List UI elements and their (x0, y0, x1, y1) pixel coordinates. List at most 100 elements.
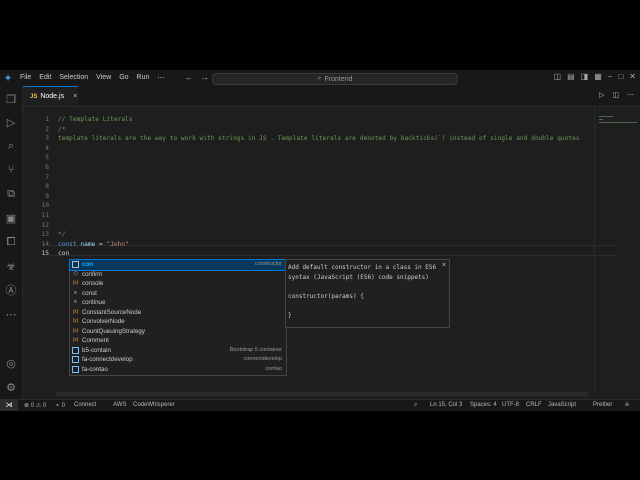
back-arrow-icon[interactable]: ← (185, 73, 193, 82)
codewhisperer-icon[interactable]: Ⓐ (0, 281, 22, 299)
horizontal-scrollbar[interactable] (56, 392, 588, 396)
connect-status[interactable]: Connect (74, 402, 96, 408)
search-icon[interactable]: ⌕ (0, 137, 22, 155)
menu-view[interactable]: View (92, 74, 115, 82)
suggestion-item[interactable]: (x) ConvolverNode (70, 317, 286, 327)
language-mode[interactable]: JavaScript (548, 402, 576, 408)
indentation[interactable]: Spaces: 4 (470, 402, 497, 408)
navigation-arrows: ← → (185, 73, 209, 82)
string-token: "John" (106, 240, 129, 248)
suggestion-details-panel: × Add default constructor in a class in … (285, 259, 450, 328)
suggestion-item[interactable]: fa-connectdevelop connectdevelop (70, 355, 286, 365)
menu-bar: File Edit Selection View Go Run ⋯ (16, 74, 168, 82)
suggestion-detail: Bootstrap 5 container (229, 346, 282, 353)
line-number: 9 (45, 192, 49, 200)
autocomplete-suggestions: con constructor ⬡ confirm (x) console ≡ cons… (69, 259, 287, 376)
suggestion-label: Comment (82, 337, 109, 344)
suggestion-item[interactable]: con constructor (69, 259, 287, 271)
problems-status[interactable]: ⊗ 0 ⚠ 0 (24, 402, 46, 409)
maximize-button[interactable]: □ (618, 72, 623, 81)
suggestion-item[interactable]: fa-contao contao (70, 365, 286, 375)
line-number: 1 (45, 116, 49, 123)
suggestion-description: Add default constructor in a class in ES… (288, 264, 437, 281)
forward-arrow-icon[interactable]: → (201, 73, 209, 82)
account-icon[interactable]: ◎ (0, 354, 22, 372)
variable-icon: (x) (72, 280, 79, 286)
javascript-file-icon: JS (30, 93, 38, 100)
prettier-status[interactable]: Prettier (593, 402, 612, 408)
menu-more[interactable]: ⋯ (153, 74, 168, 82)
minimap[interactable] (594, 107, 640, 393)
split-editor-icon[interactable]: ◫ (612, 91, 619, 99)
suggestion-item[interactable]: (x) CountQueuingStrategy (70, 327, 286, 337)
source-control-icon[interactable]: ⑂ (0, 161, 22, 179)
run-debug-icon[interactable]: ▷ (0, 113, 22, 131)
more-actions-icon[interactable]: ⋯ (627, 91, 634, 99)
toggle-panel-icon[interactable]: ▤ (567, 72, 575, 81)
settings-gear-icon[interactable]: ⚙ (0, 378, 22, 396)
explorer-icon[interactable]: ❐ (0, 90, 22, 108)
python-icon[interactable]: ☣ (0, 257, 22, 275)
tab-node-js[interactable]: JS Node.js × (23, 86, 78, 106)
keyword-icon: ≡ (74, 299, 77, 305)
encoding[interactable]: UTF-8 (502, 402, 519, 408)
docker-icon[interactable]: ⧠ (0, 233, 22, 251)
zoom-icon[interactable]: ⌕ (414, 402, 417, 409)
operator-token: = (95, 240, 107, 248)
notifications-bell-icon[interactable]: ⍾ (625, 402, 629, 409)
remote-indicator-icon[interactable]: ⋊ (0, 400, 18, 411)
code-line: const name = "John" (58, 240, 598, 250)
menu-selection[interactable]: Selection (55, 74, 92, 82)
minimize-button[interactable]: − (608, 72, 613, 81)
snippet-icon (72, 356, 79, 363)
variable-icon: (x) (72, 318, 79, 324)
suggestion-item[interactable]: (x) ConstantSourceNode (70, 308, 286, 318)
suggestion-item[interactable]: (x) console (70, 279, 286, 289)
snippet-icon (72, 346, 79, 354)
keyword-icon: ≡ (74, 289, 77, 296)
menu-file[interactable]: File (16, 74, 35, 82)
aws-status[interactable]: AWS (113, 402, 126, 408)
extensions-icon[interactable]: ⧉ (0, 185, 22, 203)
suggestion-label: CountQueuingStrategy (82, 327, 145, 335)
line-number: 6 (45, 163, 49, 171)
suggestion-label: continue (82, 299, 106, 306)
snippet-icon (72, 261, 79, 268)
suggestion-detail: contao (265, 365, 282, 372)
remote-explorer-icon[interactable]: ▣ (0, 209, 22, 227)
close-icon[interactable]: × (442, 262, 446, 269)
codewhisperer-status[interactable]: CodeWhisperer (133, 402, 175, 408)
variable-icon: (x) (72, 327, 79, 334)
code-line: */ (58, 231, 66, 239)
menu-run[interactable]: Run (133, 74, 154, 82)
snippet-code-line: } (288, 311, 292, 319)
line-number: 2 (45, 125, 49, 133)
menu-edit[interactable]: Edit (35, 74, 55, 82)
end-of-line[interactable]: CRLF (526, 402, 542, 408)
command-center[interactable]: ⌕ Frontend (212, 73, 458, 85)
close-window-button[interactable]: ✕ (629, 72, 636, 81)
suggestion-item[interactable]: ≡ const (70, 289, 286, 299)
suggestion-item[interactable]: ≡ continue (70, 298, 286, 308)
ports-status[interactable]: ⚬ 0 (55, 402, 65, 409)
menu-go[interactable]: Go (115, 74, 132, 82)
suggestion-label: ConvolverNode (82, 318, 125, 325)
more-icon[interactable]: ⋯ (0, 305, 22, 323)
suggestion-item[interactable]: (x) Comment (70, 336, 286, 346)
line-number: 3 (45, 135, 49, 143)
cursor-position[interactable]: Ln 15, Col 3 (430, 402, 462, 408)
run-file-icon[interactable]: ▷ (599, 91, 604, 99)
toggle-secondary-sidebar-icon[interactable]: ◨ (581, 72, 589, 81)
toggle-sidebar-icon[interactable]: ◫ (554, 72, 562, 81)
tab-close-icon[interactable]: × (73, 93, 77, 100)
line-number: 10 (41, 202, 49, 210)
suggestion-item[interactable]: b5-contain Bootstrap 5 container (70, 346, 286, 356)
suggestion-item[interactable]: ⬡ confirm (70, 270, 286, 280)
customize-layout-icon[interactable]: ▦ (594, 72, 602, 81)
